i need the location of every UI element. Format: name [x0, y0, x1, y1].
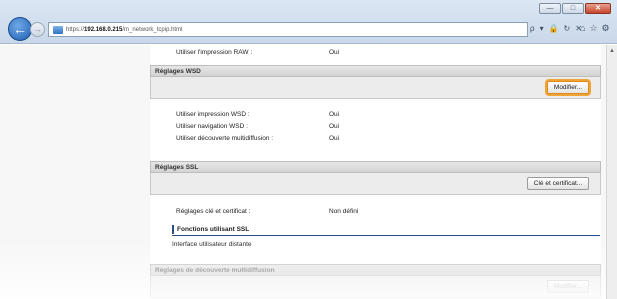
wsd-section-header: Réglages WSD [150, 65, 601, 77]
certificate-icon[interactable]: 🔒 [549, 24, 559, 33]
multicast-button-bar: Modifier... [150, 276, 601, 298]
address-tools: ρ ▾ 🔒 ↻ ✕ [530, 24, 582, 33]
minimize-button[interactable]: — [539, 3, 561, 14]
tools-icon[interactable]: ⚙ [602, 23, 610, 34]
wsd-row-value: Oui [329, 111, 340, 118]
dropdown-icon[interactable]: ▾ [540, 24, 544, 33]
wsd-row-label: Utiliser impression WSD : [176, 111, 250, 118]
back-arrow-icon: ← [13, 21, 27, 37]
favorites-icon[interactable]: ☆ [589, 23, 597, 34]
ssl-function-label: Interface utilisateur distante [172, 241, 252, 248]
maximize-icon: □ [570, 5, 576, 12]
wsd-row-value: Oui [329, 135, 340, 142]
site-favicon-icon [53, 25, 63, 34]
raw-value: Oui [329, 49, 340, 56]
multicast-edit-button[interactable]: Modifier... [547, 280, 589, 293]
browser-icons: ⌂ ☆ ⚙ [580, 23, 610, 34]
ssl-section-header: Réglages SSL [150, 161, 601, 173]
multicast-section-title: Réglages de découverte multidiffusion [155, 267, 275, 274]
window-controls: — □ ✕ [539, 3, 611, 14]
key-certificate-button[interactable]: Clé et certificat... [527, 177, 589, 190]
scroll-up-icon[interactable]: ▲ [609, 48, 615, 54]
ssl-button-bar: Clé et certificat... [150, 173, 601, 195]
wsd-row-label: Utiliser découverte multidiffusion : [176, 135, 274, 142]
close-icon: ✕ [595, 5, 601, 12]
address-bar[interactable]: https://192.168.0.215/m_network_tcpip.ht… [48, 22, 528, 37]
search-icon[interactable]: ρ [530, 24, 535, 33]
forward-button[interactable]: → [30, 22, 45, 37]
ssl-key-value: Non défini [329, 208, 359, 215]
forward-arrow-icon: → [33, 24, 42, 34]
home-icon[interactable]: ⌂ [580, 23, 585, 34]
url-prefix: https:// [66, 26, 85, 33]
ssl-functions-title: Fonctions utilisant SSL [172, 225, 249, 234]
wsd-section-title: Réglages WSD [155, 68, 201, 75]
maximize-button[interactable]: □ [562, 3, 584, 14]
url-path: /m_network_tcpip.html [122, 26, 183, 33]
wsd-row-value: Oui [329, 123, 340, 130]
url-host: 192.168.0.215 [84, 26, 123, 33]
ssl-section-title: Réglages SSL [155, 164, 199, 171]
wsd-row-label: Utiliser navigation WSD : [176, 123, 248, 130]
settings-panel: Utiliser l'impression RAW : Oui Réglages… [150, 45, 601, 299]
ssl-functions-divider [172, 235, 600, 236]
vertical-scrollbar[interactable] [606, 45, 617, 299]
back-button[interactable]: ← [8, 17, 32, 41]
page-viewport: Utiliser l'impression RAW : Oui Réglages… [0, 45, 617, 299]
wsd-button-bar: Modifier... [150, 77, 601, 99]
minimize-icon: — [546, 5, 554, 12]
ssl-key-label: Réglages clé et certificat : [176, 208, 251, 215]
address-url[interactable]: https://192.168.0.215/m_network_tcpip.ht… [66, 27, 182, 33]
close-window-button[interactable]: ✕ [585, 3, 611, 14]
wsd-edit-button[interactable]: Modifier... [547, 81, 589, 94]
refresh-icon[interactable]: ↻ [564, 24, 571, 33]
browser-toolbar: — □ ✕ ← → https://192.168.0.215/m_networ… [0, 0, 617, 44]
multicast-section-header: Réglages de découverte multidiffusion [150, 264, 601, 276]
raw-label: Utiliser l'impression RAW : [176, 49, 253, 56]
